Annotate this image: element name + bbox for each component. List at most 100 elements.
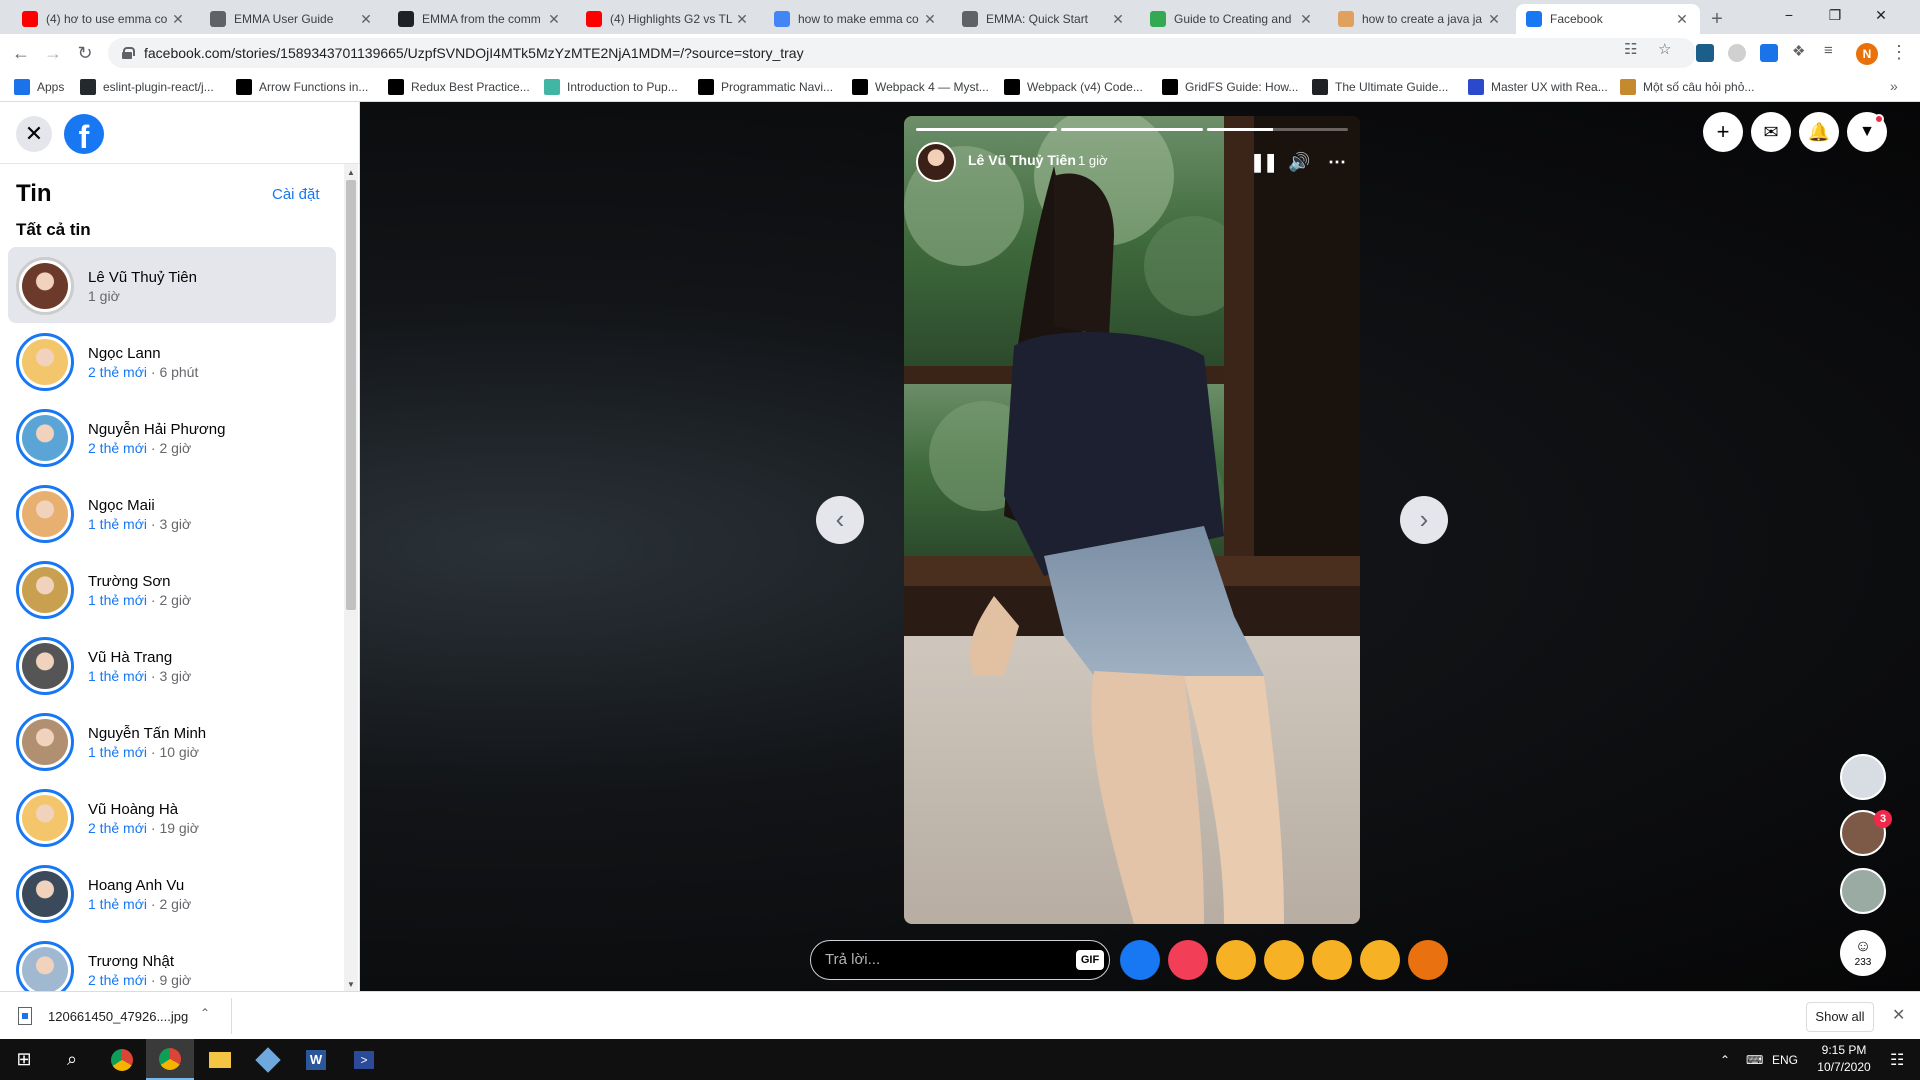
close-tab-icon[interactable]: ✕ bbox=[546, 11, 562, 28]
address-bar[interactable]: facebook.com/stories/1589343701139665/Uz… bbox=[108, 38, 1696, 68]
wow-reaction-icon[interactable] bbox=[1312, 940, 1352, 980]
close-tab-icon[interactable]: ✕ bbox=[922, 11, 938, 28]
story-author-avatar[interactable] bbox=[916, 142, 956, 182]
scroll-up-icon[interactable]: ▲ bbox=[347, 168, 355, 177]
download-item[interactable]: 120661450_47926....jpg bbox=[18, 1004, 188, 1028]
bookmark-item[interactable]: Webpack (v4) Code... bbox=[1004, 77, 1143, 97]
browser-tab[interactable]: EMMA: Quick Start ✕ bbox=[952, 4, 1136, 34]
story-list-item[interactable]: Lê Vũ Thuỷ Tiên 1 giờ bbox=[8, 247, 336, 323]
windows-start-icon[interactable]: ⊞ bbox=[0, 1039, 48, 1080]
scrollbar-thumb[interactable] bbox=[346, 180, 356, 610]
browser-tab[interactable]: EMMA User Guide ✕ bbox=[200, 4, 384, 34]
minimize-button[interactable]: − bbox=[1766, 0, 1812, 30]
bookmark-item[interactable]: Apps bbox=[14, 77, 64, 97]
group-chat-button[interactable]: ☺ 233 bbox=[1840, 930, 1886, 976]
app-cube-icon[interactable] bbox=[244, 1039, 292, 1080]
back-button[interactable]: ← bbox=[8, 40, 34, 66]
story-list-item[interactable]: Vũ Hoàng Hà 2 thẻ mới · 19 giờ bbox=[8, 779, 336, 855]
new-tab-button[interactable]: + bbox=[1704, 6, 1730, 32]
close-tab-icon[interactable]: ✕ bbox=[734, 11, 750, 28]
notifications-icon[interactable]: 🔔 bbox=[1799, 112, 1839, 152]
chevron-up-icon[interactable]: ⌃ bbox=[200, 1006, 210, 1020]
react-devtools-icon[interactable] bbox=[1696, 44, 1714, 62]
bookmark-item[interactable]: Redux Best Practice... bbox=[388, 77, 530, 97]
show-all-button[interactable]: Show all bbox=[1806, 1002, 1874, 1032]
bookmark-item[interactable]: Master UX with Rea... bbox=[1468, 77, 1608, 97]
bookmark-item[interactable]: Programmatic Navi... bbox=[698, 77, 833, 97]
previous-story-button[interactable]: ‹ bbox=[816, 496, 864, 544]
browser-tab[interactable]: EMMA from the comm ✕ bbox=[388, 4, 572, 34]
story-author-name[interactable]: Lê Vũ Thuỷ Tiên bbox=[968, 152, 1076, 168]
facebook-logo-icon[interactable]: f bbox=[64, 114, 104, 154]
bookmark-item[interactable]: Arrow Functions in... bbox=[236, 77, 368, 97]
contact-avatar[interactable] bbox=[1840, 754, 1886, 800]
tray-chevron-icon[interactable]: ⌃ bbox=[1720, 1039, 1730, 1080]
language-indicator[interactable]: ENG bbox=[1772, 1039, 1798, 1080]
contact-avatar[interactable] bbox=[1840, 868, 1886, 914]
story-list-item[interactable]: Nguyễn Tấn Minh 1 thẻ mới · 10 giờ bbox=[8, 703, 336, 779]
close-tab-icon[interactable]: ✕ bbox=[1486, 11, 1502, 28]
story-list-item[interactable]: Vũ Hà Trang 1 thẻ mới · 3 giờ bbox=[8, 627, 336, 703]
bookmark-item[interactable]: Introduction to Pup... bbox=[544, 77, 678, 97]
powershell-icon[interactable]: > bbox=[340, 1039, 388, 1080]
angry-reaction-icon[interactable] bbox=[1408, 940, 1448, 980]
bookmark-item[interactable]: Webpack 4 — Myst... bbox=[852, 77, 989, 97]
browser-tab[interactable]: (4) Highlights G2 vs TL ✕ bbox=[576, 4, 760, 34]
scroll-down-icon[interactable]: ▼ bbox=[347, 980, 355, 989]
haha-reaction-icon[interactable] bbox=[1264, 940, 1304, 980]
close-tab-icon[interactable]: ✕ bbox=[358, 11, 374, 28]
browser-tab[interactable]: Guide to Creating and ✕ bbox=[1140, 4, 1324, 34]
translate-icon[interactable]: ☷ bbox=[1624, 40, 1637, 58]
story-list-item[interactable]: Trương Nhật 2 thẻ mới · 9 giờ bbox=[8, 931, 336, 991]
close-tab-icon[interactable]: ✕ bbox=[170, 11, 186, 28]
media-control-icon[interactable]: ≡ bbox=[1824, 42, 1833, 59]
extension-icon[interactable] bbox=[1728, 44, 1746, 62]
chrome-icon[interactable] bbox=[98, 1039, 146, 1080]
clock[interactable]: 9:15 PM 10/7/2020 bbox=[1806, 1042, 1882, 1076]
stories-settings-link[interactable]: Cài đặt bbox=[272, 186, 320, 203]
bookmark-item[interactable]: Một số câu hỏi phỏ... bbox=[1620, 77, 1754, 97]
browser-tab[interactable]: (4) hơ to use emma co ✕ bbox=[12, 4, 196, 34]
browser-tab[interactable]: how to make emma co ✕ bbox=[764, 4, 948, 34]
keyboard-icon[interactable]: ⌨ bbox=[1746, 1039, 1763, 1080]
story-list-item[interactable]: Ngọc Maii 1 thẻ mới · 3 giờ bbox=[8, 475, 336, 551]
more-bookmarks-icon[interactable]: » bbox=[1890, 78, 1898, 94]
bookmark-item[interactable]: eslint-plugin-react/j... bbox=[80, 77, 214, 97]
forward-button[interactable]: → bbox=[40, 40, 66, 66]
maximize-button[interactable]: ❐ bbox=[1812, 0, 1858, 30]
gif-button[interactable]: GIF bbox=[1076, 950, 1104, 970]
next-story-button[interactable]: › bbox=[1400, 496, 1448, 544]
file-explorer-icon[interactable] bbox=[196, 1039, 244, 1080]
reply-input[interactable]: Trả lời... bbox=[810, 940, 1110, 980]
messenger-icon[interactable]: ✉ bbox=[1751, 112, 1791, 152]
care-reaction-icon[interactable] bbox=[1216, 940, 1256, 980]
close-icon[interactable]: ✕ bbox=[1892, 1005, 1905, 1025]
close-tab-icon[interactable]: ✕ bbox=[1674, 11, 1690, 28]
close-stories-button[interactable]: ✕ bbox=[16, 116, 52, 152]
browser-tab[interactable]: how to create a java ja ✕ bbox=[1328, 4, 1512, 34]
bookmark-item[interactable]: GridFS Guide: How... bbox=[1162, 77, 1298, 97]
word-icon[interactable]: W bbox=[292, 1039, 340, 1080]
browser-tab[interactable]: Facebook ✕ bbox=[1516, 4, 1700, 34]
sad-reaction-icon[interactable] bbox=[1360, 940, 1400, 980]
volume-icon[interactable]: 🔊 bbox=[1288, 152, 1310, 173]
pause-icon[interactable]: ❚❚ bbox=[1250, 152, 1278, 173]
chrome-profile-icon[interactable] bbox=[146, 1039, 194, 1080]
close-window-button[interactable]: ✕ bbox=[1858, 0, 1904, 30]
create-button[interactable]: + bbox=[1703, 112, 1743, 152]
close-tab-icon[interactable]: ✕ bbox=[1110, 11, 1126, 28]
profile-avatar[interactable]: N bbox=[1856, 43, 1878, 65]
reload-button[interactable]: ↻ bbox=[72, 40, 98, 66]
search-icon[interactable]: ⌕ bbox=[48, 1039, 96, 1080]
extension-icon[interactable] bbox=[1760, 44, 1778, 62]
chrome-menu-icon[interactable]: ⋮ bbox=[1890, 42, 1908, 63]
story-list-item[interactable]: Trường Sơn 1 thẻ mới · 2 giờ bbox=[8, 551, 336, 627]
action-center-icon[interactable]: ☷ bbox=[1890, 1039, 1904, 1080]
bookmark-star-icon[interactable]: ☆ bbox=[1658, 40, 1671, 58]
story-list-item[interactable]: Ngọc Lann 2 thẻ mới · 6 phút bbox=[8, 323, 336, 399]
story-card[interactable]: Lê Vũ Thuỷ Tiên 1 giờ ❚❚ 🔊 ⋯ bbox=[904, 116, 1360, 924]
close-tab-icon[interactable]: ✕ bbox=[1298, 11, 1314, 28]
more-options-icon[interactable]: ⋯ bbox=[1328, 152, 1346, 173]
story-list-item[interactable]: Nguyễn Hải Phương 2 thẻ mới · 2 giờ bbox=[8, 399, 336, 475]
story-list-item[interactable]: Hoang Anh Vu 1 thẻ mới · 2 giờ bbox=[8, 855, 336, 931]
